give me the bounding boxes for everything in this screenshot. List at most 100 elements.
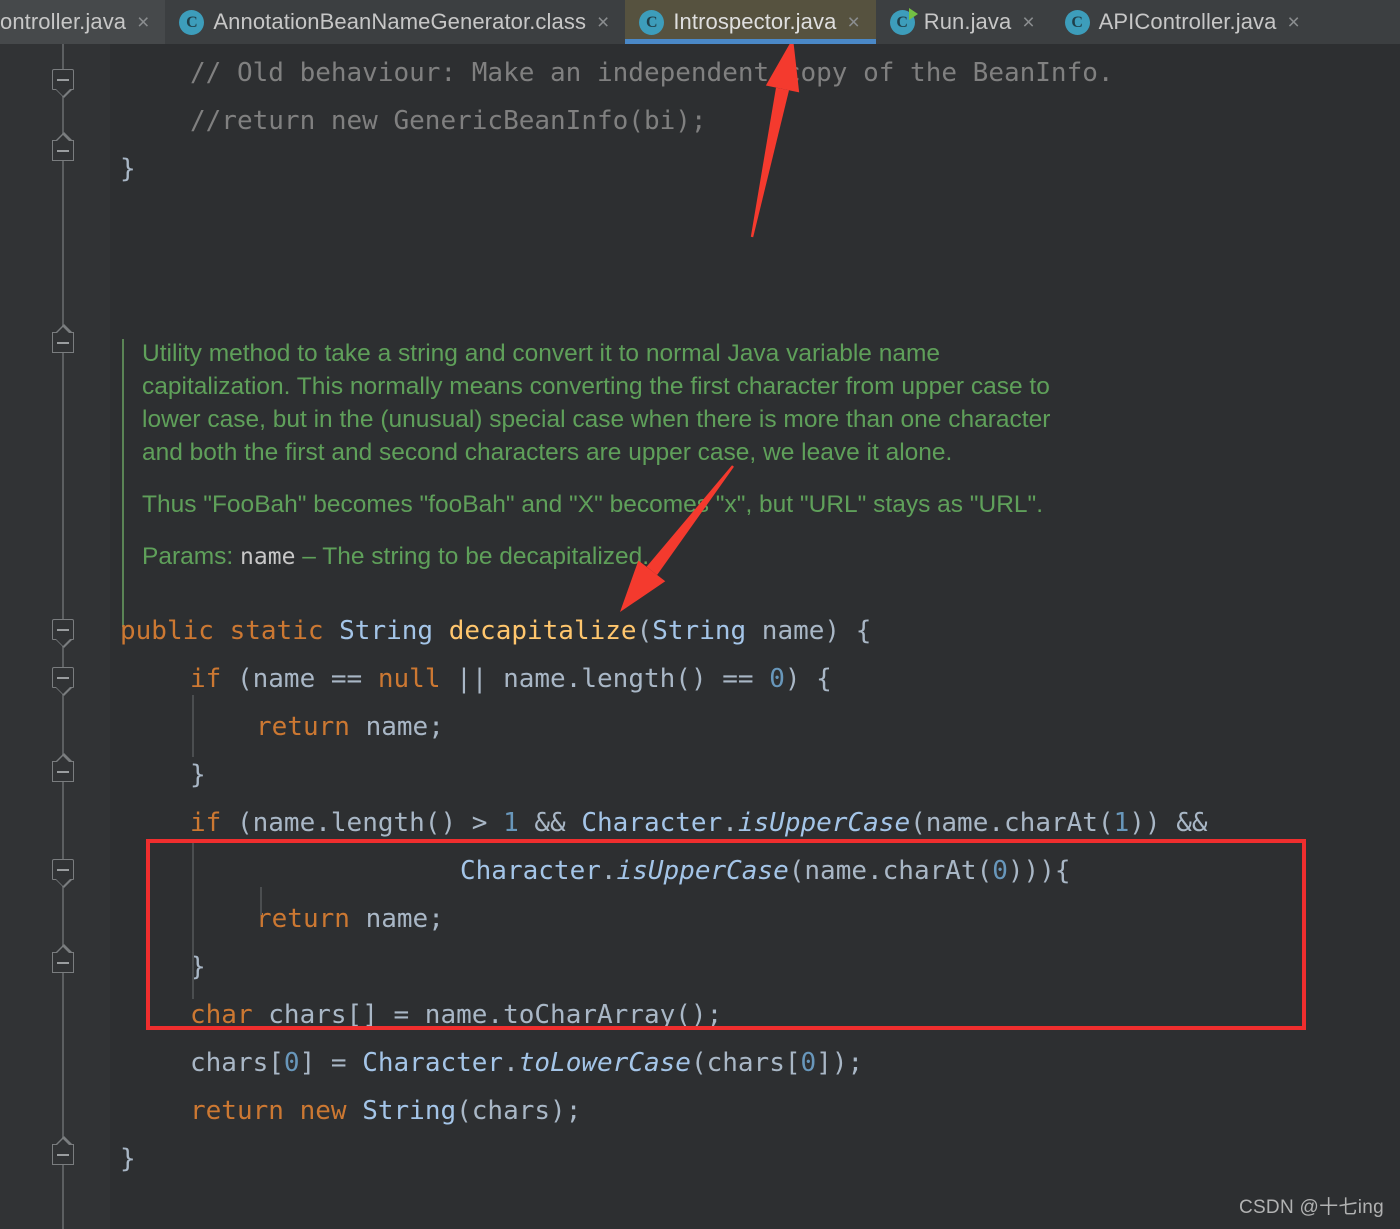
code-fold-marker[interactable]	[52, 619, 74, 648]
code-token: chars[] = name.toCharArray();	[252, 1000, 723, 1030]
code-token: if	[190, 664, 237, 694]
java-icon-letter: C	[1071, 13, 1083, 31]
code-fold-marker[interactable]	[52, 667, 74, 696]
javadoc-param-name: name	[240, 544, 296, 570]
code-token: &&	[518, 808, 582, 838]
code-text-surface[interactable]: Utility method to take a string and conv…	[110, 44, 1400, 1229]
watermark-text: CSDN @十七ing	[1238, 1197, 1384, 1218]
code-line[interactable]: public static String decapitalize(String…	[120, 615, 871, 647]
code-token: 0	[769, 664, 785, 694]
code-token: name) {	[746, 616, 872, 646]
code-fold-marker[interactable]	[52, 324, 74, 353]
fold-collapse-dash-icon	[57, 150, 69, 152]
code-line[interactable]: //return new GenericBeanInfo(bi);	[190, 105, 707, 137]
code-token: 0	[800, 1048, 817, 1078]
code-token: (name.length() >	[236, 808, 504, 838]
javadoc-params-label: Params:	[142, 543, 234, 570]
code-line[interactable]: // Old behaviour: Make an independent co…	[190, 57, 1114, 89]
code-fold-marker[interactable]	[52, 753, 74, 782]
code-fold-marker[interactable]	[52, 1136, 74, 1165]
editor-gutter[interactable]	[22, 44, 110, 1229]
fold-collapse-dash-icon	[57, 1154, 69, 1156]
code-fold-marker[interactable]	[52, 132, 74, 161]
code-token: String	[652, 616, 747, 646]
code-line[interactable]: return name;	[256, 903, 444, 935]
code-token: if	[190, 808, 237, 838]
fold-collapse-dash-icon	[57, 869, 69, 871]
code-token: (name.charAt(	[788, 856, 993, 886]
code-token: // Old behaviour: Make an independent co…	[190, 58, 1114, 88]
java-class-icon: C	[1064, 9, 1090, 35]
code-token: ))){	[1007, 856, 1071, 886]
code-token: Character	[460, 856, 601, 886]
code-line[interactable]: Character.isUpperCase(name.charAt(0))){	[460, 855, 1071, 887]
indent-guide	[260, 887, 262, 915]
code-token: null	[377, 664, 441, 694]
code-token: decapitalize	[448, 616, 637, 646]
editor-tab-label: ontroller.java	[0, 9, 127, 34]
fold-collapse-dash-icon	[57, 79, 69, 81]
code-line[interactable]: }	[120, 1143, 136, 1175]
code-fold-marker[interactable]	[52, 944, 74, 973]
editor-tab-run-java[interactable]: C Run.java ×	[875, 0, 1051, 44]
code-token: }	[120, 1144, 136, 1174]
code-token: (name.charAt(	[910, 808, 1114, 838]
code-fold-marker[interactable]	[52, 859, 74, 888]
editor-tab-ontroller-java[interactable]: ontroller.java ×	[0, 0, 166, 44]
code-line[interactable]: chars[0] = Character.toLowerCase(chars[0…	[190, 1047, 863, 1079]
indent-guide	[192, 695, 194, 757]
code-token: //return new GenericBeanInfo(bi);	[190, 106, 707, 136]
javadoc-block: Utility method to take a string and conv…	[122, 337, 1052, 627]
code-line[interactable]: return name;	[256, 711, 444, 743]
close-icon[interactable]: ×	[137, 12, 149, 33]
code-line[interactable]: }	[190, 759, 206, 791]
editor-tab-annotationbeannamegenerator-class[interactable]: C AnnotationBeanNameGenerator.class ×	[165, 0, 626, 44]
javadoc-paragraph-1: Utility method to take a string and conv…	[142, 340, 1051, 466]
javadoc-param-dash: –	[302, 543, 316, 570]
code-token: return	[256, 904, 350, 934]
code-token: char	[190, 1000, 253, 1030]
code-token: String	[362, 1096, 457, 1126]
java-class-icon: C	[639, 9, 665, 35]
code-token: .	[503, 1048, 519, 1078]
editor-tab-bar: ontroller.java × C AnnotationBeanNameGenera…	[0, 0, 1400, 44]
code-token: public	[120, 616, 230, 646]
code-line[interactable]: }	[120, 153, 136, 185]
editor-tab-introspector-java[interactable]: C Introspector.java ×	[625, 0, 877, 44]
fold-collapse-dash-icon	[57, 962, 69, 964]
editor-tab-label: Introspector.java	[673, 9, 837, 34]
code-token: }	[190, 760, 206, 790]
java-icon-letter: C	[186, 13, 198, 31]
javadoc-paragraph-2: Thus "FooBah" becomes "fooBah" and "X" b…	[142, 491, 1044, 518]
close-icon[interactable]: ×	[1022, 12, 1034, 33]
fold-collapse-dash-icon	[57, 771, 69, 773]
code-line[interactable]: char chars[] = name.toCharArray();	[190, 999, 722, 1031]
code-token: (chars[	[690, 1048, 801, 1078]
ide-editor-window: ontroller.java × C AnnotationBeanNameGenera…	[0, 0, 1400, 1229]
code-line[interactable]: if (name.length() > 1 && Character.isUpp…	[190, 807, 1208, 839]
editor-annotation-strip	[0, 44, 22, 1229]
code-editor-area[interactable]: Utility method to take a string and conv…	[0, 44, 1400, 1229]
fold-collapse-dash-icon	[57, 677, 69, 679]
code-token: (chars);	[456, 1096, 582, 1126]
code-token: toLowerCase	[518, 1048, 691, 1078]
code-token: )) &&	[1129, 808, 1208, 838]
code-token: (	[636, 616, 653, 646]
close-icon[interactable]: ×	[597, 12, 609, 33]
code-token: 1	[503, 808, 519, 838]
code-fold-marker[interactable]	[52, 69, 74, 98]
code-token: name;	[349, 712, 444, 742]
code-token: 0	[992, 856, 1008, 886]
editor-tab-apicontroller-java[interactable]: C APIController.java ×	[1050, 0, 1316, 44]
fold-collapse-dash-icon	[57, 342, 69, 344]
code-token: || name.length() ==	[440, 664, 770, 694]
code-token: (name ==	[236, 664, 378, 694]
close-icon[interactable]: ×	[847, 12, 859, 33]
java-class-icon: C	[179, 9, 205, 35]
fold-collapse-dash-icon	[57, 629, 69, 631]
code-line[interactable]: if (name == null || name.length() == 0) …	[190, 663, 832, 695]
javadoc-left-bar	[122, 339, 124, 627]
close-icon[interactable]: ×	[1288, 12, 1300, 33]
code-line[interactable]: return new String(chars);	[190, 1095, 581, 1127]
code-token: chars[	[190, 1048, 284, 1078]
